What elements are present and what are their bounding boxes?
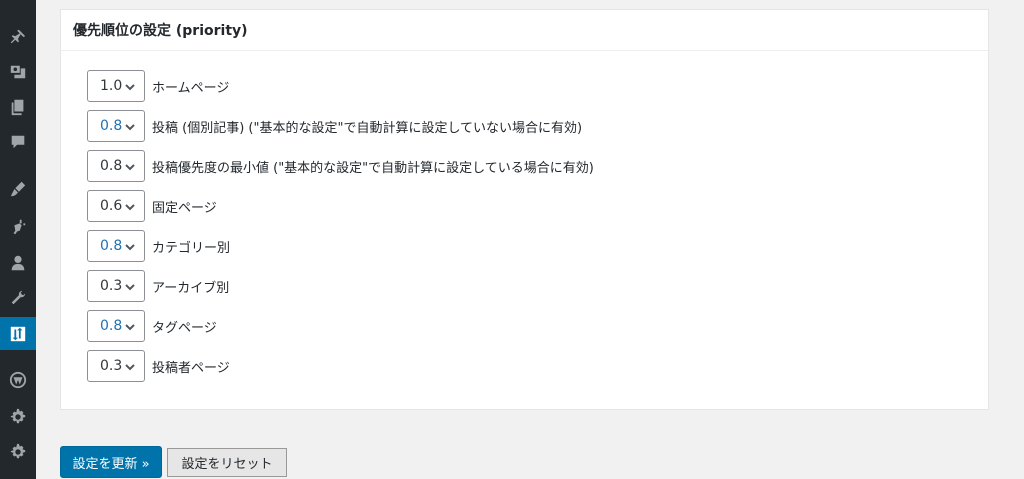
priority-select-value: 0.3 bbox=[100, 358, 123, 374]
active-menu-arrow bbox=[36, 324, 44, 340]
update-settings-button[interactable]: 設定を更新 » bbox=[60, 446, 162, 478]
priority-settings-panel: 優先順位の設定 (priority) 1.0 ホームページ 0.8 投稿 (個別記事)… bbox=[60, 9, 989, 410]
priority-select-value: 0.6 bbox=[100, 198, 123, 214]
chevron-down-icon bbox=[125, 364, 135, 371]
chevron-down-icon bbox=[125, 324, 135, 331]
priority-select-value: 0.3 bbox=[100, 278, 123, 294]
priority-row: 0.8 投稿 (個別記事) ("基本的な設定"で自動計算に設定していない場合に有効… bbox=[87, 106, 988, 146]
priority-row-label: アーカイブ別 bbox=[152, 280, 230, 296]
admin-sidebar bbox=[0, 0, 36, 479]
priority-select-value: 0.8 bbox=[100, 238, 123, 254]
priority-select[interactable]: 0.3 bbox=[87, 270, 145, 302]
priority-select-value: 0.8 bbox=[100, 318, 123, 334]
pin-icon[interactable] bbox=[0, 22, 36, 52]
priority-select[interactable]: 0.8 bbox=[87, 150, 145, 182]
chevron-down-icon bbox=[125, 284, 135, 291]
priority-select[interactable]: 0.8 bbox=[87, 310, 145, 342]
priority-select[interactable]: 0.8 bbox=[87, 110, 145, 142]
chevron-down-icon bbox=[125, 164, 135, 171]
priority-rows: 1.0 ホームページ 0.8 投稿 (個別記事) ("基本的な設定"で自動計算に設定し… bbox=[61, 51, 988, 386]
priority-row: 0.3 アーカイブ別 bbox=[87, 266, 988, 306]
priority-select-value: 1.0 bbox=[100, 78, 123, 94]
priority-row-label: 固定ページ bbox=[152, 200, 217, 216]
gear-icon-2[interactable] bbox=[0, 437, 36, 467]
reset-settings-button[interactable]: 設定をリセット bbox=[167, 448, 287, 477]
priority-row-label: タグページ bbox=[152, 320, 217, 336]
settings-sort-icon[interactable] bbox=[0, 317, 36, 350]
priority-row: 0.8 カテゴリー別 bbox=[87, 226, 988, 266]
panel-title: 優先順位の設定 (priority) bbox=[61, 10, 988, 51]
priority-select-value: 0.8 bbox=[100, 158, 123, 174]
chevron-down-icon bbox=[125, 124, 135, 131]
chevron-down-icon bbox=[125, 244, 135, 251]
plugins-icon[interactable] bbox=[0, 212, 36, 242]
priority-select-value: 0.8 bbox=[100, 118, 123, 134]
media-icon[interactable] bbox=[0, 57, 36, 87]
tools-icon[interactable] bbox=[0, 283, 36, 313]
priority-select[interactable]: 0.3 bbox=[87, 350, 145, 382]
priority-row: 0.6 固定ページ bbox=[87, 186, 988, 226]
pages-icon[interactable] bbox=[0, 92, 36, 122]
priority-row-label: 投稿 (個別記事) ("基本的な設定"で自動計算に設定していない場合に有効) bbox=[152, 120, 583, 136]
appearance-icon[interactable] bbox=[0, 174, 36, 204]
priority-select[interactable]: 0.8 bbox=[87, 230, 145, 262]
priority-row-label: カテゴリー別 bbox=[152, 240, 231, 256]
users-icon[interactable] bbox=[0, 248, 36, 278]
priority-row-label: 投稿者ページ bbox=[152, 360, 230, 376]
priority-row: 0.8 タグページ bbox=[87, 306, 988, 346]
chevron-down-icon bbox=[125, 84, 135, 91]
priority-row: 1.0 ホームページ bbox=[87, 66, 988, 106]
chevron-down-icon bbox=[125, 204, 135, 211]
priority-row: 0.8 投稿優先度の最小値 ("基本的な設定"で自動計算に設定している場合に有効) bbox=[87, 146, 988, 186]
priority-row: 0.3 投稿者ページ bbox=[87, 346, 988, 386]
priority-select[interactable]: 0.6 bbox=[87, 190, 145, 222]
priority-row-label: 投稿優先度の最小値 ("基本的な設定"で自動計算に設定している場合に有効) bbox=[152, 160, 594, 176]
priority-select[interactable]: 1.0 bbox=[87, 70, 145, 102]
wordpress-icon[interactable] bbox=[0, 365, 36, 395]
priority-row-label: ホームページ bbox=[152, 80, 230, 96]
comments-icon[interactable] bbox=[0, 127, 36, 157]
gear-icon[interactable] bbox=[0, 402, 36, 432]
